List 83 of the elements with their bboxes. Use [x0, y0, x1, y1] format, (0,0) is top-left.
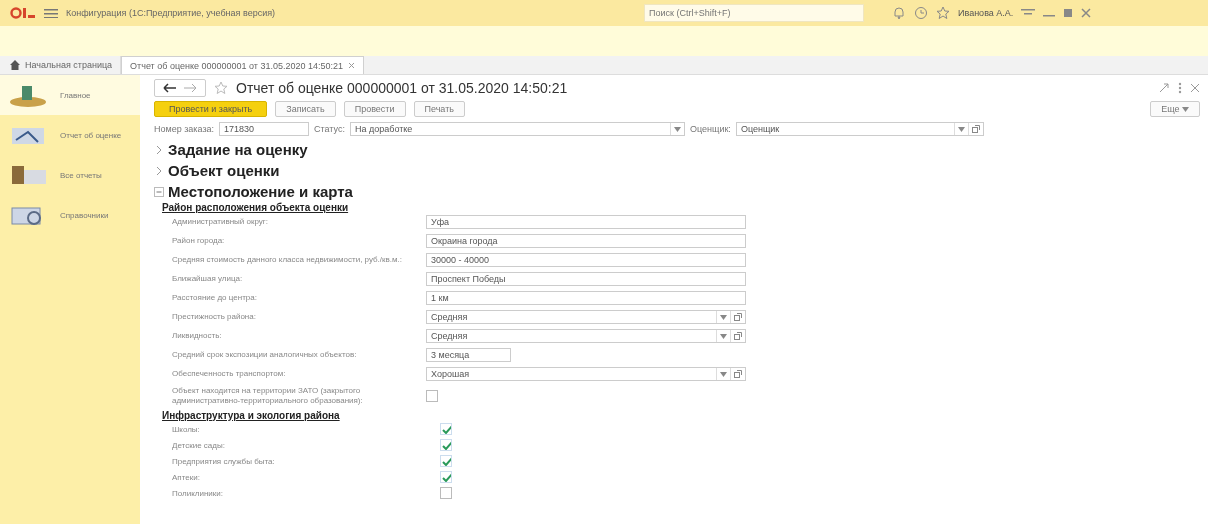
field-label: Оценщик:: [689, 124, 731, 134]
back-forward-buttons[interactable]: [154, 79, 206, 97]
input-field[interactable]: Уфа: [426, 215, 746, 229]
checkbox[interactable]: [440, 439, 452, 451]
user-name[interactable]: Иванова А.А.: [958, 8, 1014, 18]
field-label: Ближайшая улица:: [172, 274, 244, 284]
sidebar-item[interactable]: Отчет об оценке: [0, 115, 140, 155]
checkbox[interactable]: [440, 423, 452, 435]
field-label: Ликвидность:: [172, 331, 223, 341]
more-icon[interactable]: [1178, 82, 1182, 94]
caret-icon: [1182, 107, 1189, 112]
search-field[interactable]: Поиск (Ctrl+Shift+F): [644, 4, 864, 22]
sidebar-item[interactable]: Все отчеты: [0, 155, 140, 195]
checkbox[interactable]: [440, 455, 452, 467]
input-field[interactable]: Средняя: [426, 329, 746, 343]
field-label: Район города:: [172, 236, 226, 246]
open-icon[interactable]: [730, 368, 745, 380]
checkbox[interactable]: [440, 471, 452, 483]
input-field[interactable]: 1 км: [426, 291, 746, 305]
input-field[interactable]: 3 месяца: [426, 348, 511, 362]
link-icon[interactable]: [1158, 82, 1170, 94]
checkbox[interactable]: [440, 487, 452, 499]
window-title: Конфигурация (1С:Предприятие, учебная версия): [66, 8, 277, 18]
dropdown-icon[interactable]: [716, 330, 730, 342]
section-header[interactable]: Местоположение и карта: [154, 181, 1200, 202]
dropdown-icon[interactable]: [716, 311, 730, 323]
menu-icon[interactable]: [44, 8, 58, 18]
group-title: Инфраструктура и экология района: [162, 410, 341, 423]
toolbar-button[interactable]: Печать: [413, 101, 465, 117]
field-label: Поликлиники:: [172, 488, 224, 498]
open-icon[interactable]: [730, 311, 745, 323]
input-field[interactable]: 171830: [219, 122, 309, 136]
field-label: Номер заказа:: [154, 124, 214, 134]
field-label: Аптеки:: [172, 472, 201, 482]
input-field[interactable]: Средняя: [426, 310, 746, 324]
dropdown-icon[interactable]: [716, 368, 730, 380]
input-field[interactable]: Окраина города: [426, 234, 746, 248]
field-label: Обеспеченность транспортом:: [172, 369, 287, 379]
more-button[interactable]: Еще: [1150, 101, 1200, 117]
field-label: Школы:: [172, 424, 201, 434]
input-field[interactable]: Проспект Победы: [426, 272, 746, 286]
field-label: Средний срок экспозиции аналогичных объектов:: [172, 350, 358, 360]
field-label: Объект находится на территории ЗАТО (закрытого административно-территориального образования):: [172, 386, 364, 406]
sidebar-item[interactable]: Справочники: [0, 195, 140, 235]
chevron-icon[interactable]: [154, 165, 164, 176]
settings-icon[interactable]: [1021, 8, 1036, 18]
input-field[interactable]: На доработке: [349, 122, 685, 136]
toolbar-button[interactable]: Записать: [275, 101, 336, 117]
tab[interactable]: Отчет об оценке 000000001 от 31.05.2020 14:50:21: [121, 56, 365, 74]
star-icon[interactable]: [936, 6, 950, 20]
open-icon[interactable]: [967, 123, 983, 135]
field-label: Расстояние до центра:: [172, 293, 258, 303]
document-title: Отчет об оценке 000000001 от 31.05.2020 14:50:21: [236, 80, 568, 96]
collapse-icon[interactable]: [154, 186, 164, 197]
field-label: Престижность района:: [172, 312, 257, 322]
input-field[interactable]: Оценщик: [735, 122, 984, 136]
toolbar-button[interactable]: Провести и закрыть: [154, 101, 268, 117]
checkbox[interactable]: [426, 390, 438, 402]
group-title: Район расположения объекта оценки: [162, 202, 350, 215]
input-field[interactable]: 30000 - 40000: [426, 253, 746, 267]
open-icon[interactable]: [730, 330, 745, 342]
dropdown-icon[interactable]: [669, 123, 684, 135]
input-field[interactable]: Хорошая: [426, 367, 746, 381]
logo-icon: [10, 7, 36, 19]
close-icon[interactable]: [1081, 8, 1092, 18]
field-label: Предприятия службы быта:: [172, 456, 276, 466]
section-header[interactable]: Задание на оценку: [154, 139, 1200, 160]
dropdown-icon[interactable]: [953, 123, 968, 135]
star-icon[interactable]: [214, 81, 228, 95]
chevron-icon[interactable]: [154, 144, 164, 155]
close-icon[interactable]: [348, 62, 356, 69]
close-icon[interactable]: [1190, 83, 1200, 93]
field-label: Административный округ:: [172, 217, 269, 227]
toolbar-button[interactable]: Провести: [343, 101, 406, 117]
maximize-icon[interactable]: [1063, 8, 1074, 18]
bell-icon[interactable]: [892, 6, 906, 20]
home-icon: [10, 60, 20, 70]
field-label: Средняя стоимость данного класса недвижимости, руб./кв.м.:: [172, 255, 403, 265]
field-label: Детские сады:: [172, 440, 226, 450]
section-header[interactable]: Объект оценки: [154, 160, 1200, 181]
history-icon[interactable]: [914, 6, 928, 20]
field-label: Статус:: [314, 124, 345, 134]
sidebar-item[interactable]: Главное: [0, 75, 140, 115]
